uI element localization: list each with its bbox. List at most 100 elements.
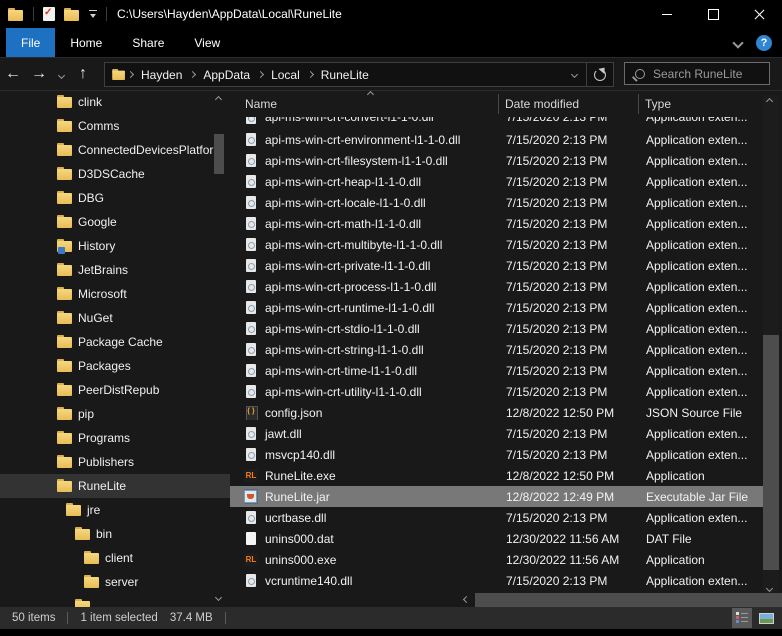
tab-file[interactable]: File xyxy=(6,28,56,57)
thumbnail-view-button[interactable] xyxy=(756,608,776,628)
help-icon[interactable]: ? xyxy=(756,34,772,51)
scroll-left-icon[interactable] xyxy=(462,595,471,604)
sidebar-item-pip[interactable]: pip xyxy=(0,402,230,426)
file-list-scrollbar[interactable] xyxy=(763,95,779,595)
file-row[interactable]: api-ms-win-crt-string-l1-1-0.dll 7/15/202… xyxy=(230,339,763,360)
file-row[interactable]: jawt.dll 7/15/2020 2:13 PM Application ext… xyxy=(230,423,763,444)
scroll-down-icon[interactable] xyxy=(765,584,774,593)
file-row[interactable]: RuneLite.exe 12/8/2022 12:50 PM Applicatio… xyxy=(230,465,763,486)
refresh-button[interactable] xyxy=(587,63,613,86)
file-row[interactable]: api-ms-win-crt-filesystem-l1-1-0.dll 7/15… xyxy=(230,150,763,171)
sidebar-item-nuget[interactable]: NuGet xyxy=(0,306,230,330)
file-name-cell: RuneLite.jar xyxy=(230,489,498,504)
column-header-date-modified[interactable]: Date modified xyxy=(505,90,579,117)
file-date-modified: 7/15/2020 2:13 PM xyxy=(506,363,608,378)
sidebar-item-package-cache[interactable]: Package Cache xyxy=(0,330,230,354)
sidebar-item-d3dscache[interactable]: D3DSCache xyxy=(0,162,230,186)
file-row[interactable]: api-ms-win-crt-time-l1-1-0.dll 7/15/2020 … xyxy=(230,360,763,381)
sidebar-item-google[interactable]: Google xyxy=(0,210,230,234)
file-row[interactable]: unins000.dat 12/30/2022 11:56 AM DAT File xyxy=(230,528,763,549)
file-row[interactable]: api-ms-win-crt-environment-l1-1-0.dll 7/1… xyxy=(230,129,763,150)
sidebar-item-server[interactable]: server xyxy=(0,570,230,594)
sidebar-item-dbg[interactable]: DBG xyxy=(0,186,230,210)
file-row[interactable]: ucrtbase.dll 7/15/2020 2:13 PM Application… xyxy=(230,507,763,528)
back-button[interactable]: ← xyxy=(0,66,26,82)
sidebar-item-jetbrains[interactable]: JetBrains xyxy=(0,258,230,282)
breadcrumb-runelite[interactable]: RuneLite xyxy=(314,68,376,82)
file-row[interactable]: api-ms-win-crt-convert-l1-1-0.dll 7/15/20… xyxy=(230,117,763,129)
address-bar[interactable]: Hayden AppData Local RuneLite xyxy=(104,62,614,87)
file-row[interactable]: vcruntime140.dll 7/15/2020 2:13 PM Applica… xyxy=(230,570,763,591)
tab-share[interactable]: Share xyxy=(117,28,179,57)
folder-icon xyxy=(57,143,73,157)
scroll-up-icon[interactable] xyxy=(765,97,774,106)
tab-view[interactable]: View xyxy=(179,28,235,57)
sidebar-item-label: bin xyxy=(96,527,113,541)
quick-access-toolbar-chevron-icon[interactable] xyxy=(89,9,97,19)
address-folder-icon xyxy=(112,68,126,81)
details-view-button[interactable] xyxy=(732,608,752,628)
sidebar-item-packages[interactable]: Packages xyxy=(0,354,230,378)
forward-button[interactable]: → xyxy=(26,66,52,82)
breadcrumb-appdata[interactable]: AppData xyxy=(196,68,257,82)
address-dropdown-chevron-icon[interactable] xyxy=(562,63,586,86)
sidebar-item-jre[interactable]: jre xyxy=(0,498,230,522)
scrollbar-thumb[interactable] xyxy=(763,335,779,570)
sidebar-item-comms[interactable]: Comms xyxy=(0,114,230,138)
minimize-button[interactable] xyxy=(644,0,690,28)
new-folder-icon[interactable] xyxy=(64,7,80,21)
sidebar-item-bin[interactable]: bin xyxy=(0,522,230,546)
file-row[interactable]: config.json 12/8/2022 12:50 PM JSON Source… xyxy=(230,402,763,423)
file-name: api-ms-win-crt-environment-l1-1-0.dll xyxy=(265,132,461,147)
sidebar-item-runelite[interactable]: RuneLite xyxy=(0,474,230,498)
sidebar-item-clink[interactable]: clink xyxy=(0,90,230,114)
sidebar-item-history[interactable]: History xyxy=(0,234,230,258)
sidebar-item-client[interactable]: client xyxy=(0,546,230,570)
file-row[interactable]: unins000.exe 12/30/2022 11:56 AM Applicati… xyxy=(230,549,763,570)
sidebar-item-programs[interactable]: Programs xyxy=(0,426,230,450)
file-type: Application exten... xyxy=(646,153,748,168)
ribbon-collapse-chevron-icon[interactable] xyxy=(732,36,744,49)
breadcrumb-local[interactable]: Local xyxy=(264,68,307,82)
breadcrumb-hayden[interactable]: Hayden xyxy=(134,68,189,82)
recent-locations-chevron-icon[interactable] xyxy=(52,66,70,82)
file-name-cell: api-ms-win-crt-time-l1-1-0.dll xyxy=(230,363,498,378)
scrollbar-thumb[interactable] xyxy=(214,134,224,174)
file-row[interactable]: api-ms-win-crt-multibyte-l1-1-0.dll 7/15/… xyxy=(230,234,763,255)
column-divider[interactable] xyxy=(498,94,499,114)
close-button[interactable] xyxy=(736,0,782,28)
file-row[interactable]: msvcp140.dll 7/15/2020 2:13 PM Application… xyxy=(230,444,763,465)
horizontal-scrollbar[interactable] xyxy=(460,593,782,607)
column-header-name[interactable]: Name xyxy=(245,90,277,117)
column-header-type[interactable]: Type xyxy=(645,90,671,117)
file-row[interactable]: api-ms-win-crt-stdio-l1-1-0.dll 7/15/2020… xyxy=(230,318,763,339)
scroll-down-icon[interactable] xyxy=(214,593,223,602)
properties-icon[interactable] xyxy=(43,7,55,21)
up-button[interactable]: ↑ xyxy=(70,66,96,82)
file-row[interactable]: RuneLite.jar 12/8/2022 12:49 PM Executable… xyxy=(230,486,763,507)
file-row[interactable]: api-ms-win-crt-private-l1-1-0.dll 7/15/20… xyxy=(230,255,763,276)
file-row[interactable]: api-ms-win-crt-locale-l1-1-0.dll 7/15/202… xyxy=(230,192,763,213)
sidebar-item-partial[interactable] xyxy=(0,594,230,607)
file-row[interactable]: api-ms-win-crt-heap-l1-1-0.dll 7/15/2020 … xyxy=(230,171,763,192)
file-list-pane: Name Date modified Type api-ms-win-crt-c… xyxy=(230,90,782,607)
maximize-icon xyxy=(707,8,719,20)
file-row[interactable]: api-ms-win-crt-math-l1-1-0.dll 7/15/2020 … xyxy=(230,213,763,234)
scroll-up-icon[interactable] xyxy=(214,95,223,104)
sidebar-scrollbar[interactable] xyxy=(212,95,227,602)
sidebar-item-publishers[interactable]: Publishers xyxy=(0,450,230,474)
scrollbar-thumb[interactable] xyxy=(475,593,782,607)
maximize-button[interactable] xyxy=(690,0,736,28)
file-name: api-ms-win-crt-convert-l1-1-0.dll xyxy=(265,117,434,124)
tab-home[interactable]: Home xyxy=(55,28,117,57)
search-box[interactable]: Search RuneLite xyxy=(624,62,770,85)
file-row[interactable]: api-ms-win-crt-runtime-l1-1-0.dll 7/15/20… xyxy=(230,297,763,318)
file-type: Application exten... xyxy=(646,510,748,525)
column-divider[interactable] xyxy=(638,94,639,114)
sidebar-item-connecteddevicesplatfor[interactable]: ConnectedDevicesPlatfor xyxy=(0,138,230,162)
sidebar-item-microsoft[interactable]: Microsoft xyxy=(0,282,230,306)
file-type: Application exten... xyxy=(646,117,748,124)
file-row[interactable]: api-ms-win-crt-utility-l1-1-0.dll 7/15/20… xyxy=(230,381,763,402)
file-row[interactable]: api-ms-win-crt-process-l1-1-0.dll 7/15/20… xyxy=(230,276,763,297)
sidebar-item-peerdistrepub[interactable]: PeerDistRepub xyxy=(0,378,230,402)
